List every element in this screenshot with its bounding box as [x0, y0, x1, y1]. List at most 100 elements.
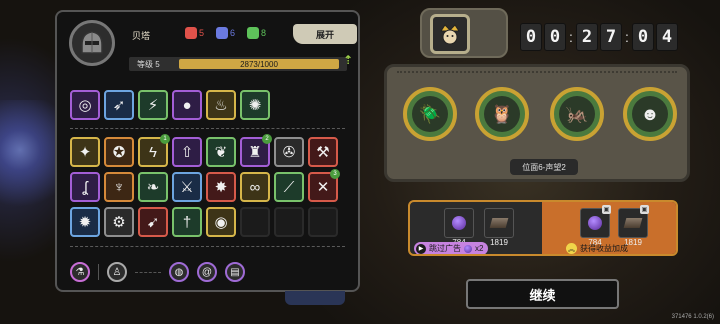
- lightning-icon[interactable]: ϟ1: [138, 134, 170, 167]
- red-mask-icon: [185, 27, 197, 39]
- swords-icon[interactable]: ✕ 3: [308, 169, 340, 202]
- skill-row-1: ◎ ➶ ⚡ ● ♨ ✺: [70, 90, 270, 120]
- pearl-icon[interactable]: ◍: [169, 262, 189, 282]
- bonus-button[interactable]: ︽ 获得收益加成: [566, 242, 628, 254]
- lock-icon: ▣: [602, 205, 611, 214]
- rewards-panel: 784 1819 ▶ 跳过广告 x2 ▣ 784 ▣ 1819 ︽ 获得收益加成: [408, 200, 678, 256]
- feather-spark-icon[interactable]: ➹: [138, 207, 168, 237]
- purple-gem-icon: [588, 216, 602, 230]
- reward-ingot: 1819: [484, 208, 514, 247]
- exp-bar: 2873/1000: [179, 59, 339, 69]
- tower-icon[interactable]: ♜ 2: [240, 134, 272, 167]
- bonus-reward-gem: ▣ 784: [580, 205, 611, 247]
- knight-helmet-icon: [81, 31, 103, 54]
- scroll-icon[interactable]: ▤: [225, 262, 245, 282]
- skill-row-3: ʆ ♆ ❧ ⚔ ✸ ∞ ⟋ ✕ 3: [70, 169, 340, 202]
- feather-icon[interactable]: ❦: [206, 137, 236, 167]
- exp-text: 2873/1000: [240, 60, 278, 69]
- base-rewards: 784 1819 ▶ 跳过广告 x2: [410, 202, 542, 254]
- empty-skill-slot: [308, 207, 338, 237]
- level-label: 等级 5: [137, 60, 160, 69]
- lightning-glow: [0, 100, 60, 220]
- empty-skill-slot: [240, 207, 270, 237]
- crown-face-icon: [440, 24, 460, 45]
- insect-boss-icon[interactable]: 🦗: [550, 87, 604, 141]
- timer-colon: :: [569, 29, 573, 45]
- timer-colon: :: [625, 29, 629, 45]
- player-avatar[interactable]: [69, 20, 115, 66]
- eye-target-icon[interactable]: ◎: [70, 90, 100, 120]
- version-text: 371476 1.0.2(6): [671, 314, 714, 320]
- crowned-hero-icon[interactable]: [430, 14, 470, 54]
- timer-area: 00:27:04: [420, 8, 678, 58]
- separator: [135, 271, 161, 273]
- green-mask-icon: [247, 27, 260, 39]
- skill-row-2: ✦ ✪ ϟ 1 ⇧ ❦ ♜ 2 ✇ ⚒: [70, 134, 338, 167]
- ingot-icon: [489, 218, 509, 228]
- empty-skill-slot: [274, 207, 304, 237]
- reward-value: 1819: [490, 238, 508, 247]
- gear-icon[interactable]: ⚙: [104, 207, 134, 237]
- figure-icon[interactable]: ♙: [107, 262, 127, 282]
- mask-count: 6: [230, 28, 236, 38]
- skip-ad-label: 跳过广告: [429, 244, 461, 253]
- wings-icon[interactable]: ✦: [70, 137, 100, 167]
- beast-icon[interactable]: ✸: [206, 172, 236, 202]
- ingot-icon: [623, 218, 643, 228]
- potion-icon[interactable]: ⚗: [70, 262, 90, 282]
- blue-mask-icon: [216, 27, 229, 39]
- bonus-rewards: ▣ 784 ▣ 1819 ︽ 获得收益加成: [542, 202, 676, 254]
- orb-icon[interactable]: ✹: [70, 207, 100, 237]
- timer-digit: 4: [656, 23, 678, 51]
- hooded-ghoul-boss-icon[interactable]: ☻: [623, 87, 677, 141]
- spear-icon[interactable]: ➶: [104, 90, 134, 120]
- skill-row-4: ✹ ⚙ ➹ † ◉: [70, 207, 338, 237]
- timer-digit: 0: [544, 23, 566, 51]
- hook-icon[interactable]: ʆ: [70, 172, 100, 202]
- skip-ad-button[interactable]: ▶ 跳过广告 x2: [414, 242, 489, 254]
- mask-count: 5: [199, 28, 205, 38]
- mask-counter: 8: [247, 27, 266, 39]
- play-icon: ▶: [416, 243, 426, 254]
- vortex-icon[interactable]: ✺: [240, 90, 270, 120]
- bear-icon[interactable]: ●: [172, 90, 202, 120]
- lock-icon: ▣: [640, 205, 649, 214]
- expand-button[interactable]: 展开: [293, 24, 357, 44]
- separator: [98, 264, 99, 280]
- chain-icon[interactable]: ∞: [240, 172, 270, 202]
- at-sign-icon[interactable]: @: [197, 262, 217, 282]
- dagger-icon[interactable]: †: [172, 207, 202, 237]
- spin-icon[interactable]: ✪: [104, 137, 134, 167]
- player-name: 贝塔: [132, 31, 151, 41]
- divider: [70, 246, 345, 247]
- skill-level-badge: 3: [330, 169, 340, 179]
- timer-digit: 2: [576, 23, 598, 51]
- skill-level-badge: 1: [160, 134, 170, 144]
- bonus-reward-ingot: ▣ 1819: [618, 205, 649, 247]
- compass-icon[interactable]: ✇: [274, 137, 304, 167]
- continue-button[interactable]: 继续: [466, 279, 619, 309]
- build-panel: 贝塔 5 6 8 展开 等级 5 2873/1000 ⇡ ◎ ➶ ⚡ ● ♨ ✺ ✦ ✪ ϟ 1 ⇧ ❦…: [55, 10, 360, 292]
- claw-icon[interactable]: ⚡: [138, 90, 168, 120]
- slash-icon[interactable]: ⟋: [274, 172, 304, 202]
- armored-bird-boss-icon[interactable]: 🦉: [475, 87, 529, 141]
- flame-bars-icon[interactable]: ♨: [206, 90, 236, 120]
- axe-icon[interactable]: ⚒: [308, 137, 338, 167]
- level-up-arrow-icon[interactable]: ⇡: [343, 53, 353, 67]
- stage-label: 位面6-声望2: [510, 159, 578, 175]
- mask-counter: 6: [216, 27, 235, 39]
- torch-icon[interactable]: ♆: [104, 172, 134, 202]
- beetle-boss-icon[interactable]: 🪲: [403, 87, 457, 141]
- level-bar-container: 等级 5 2873/1000: [129, 57, 347, 71]
- ad-multiplier: x2: [475, 244, 484, 253]
- timer-digit: 0: [632, 23, 654, 51]
- blade-icon[interactable]: ⚔: [172, 172, 202, 202]
- run-timer: 00:27:04: [520, 22, 678, 52]
- coin-icon[interactable]: ◉: [206, 207, 236, 237]
- leaf-icon[interactable]: ❧: [138, 172, 168, 202]
- skill-level-badge: 2: [262, 134, 272, 144]
- mask-counters: 5 6 8: [185, 27, 266, 39]
- arrow-up-icon[interactable]: ⇧: [172, 137, 202, 167]
- divider: [70, 128, 345, 129]
- mask-count: 8: [261, 28, 267, 38]
